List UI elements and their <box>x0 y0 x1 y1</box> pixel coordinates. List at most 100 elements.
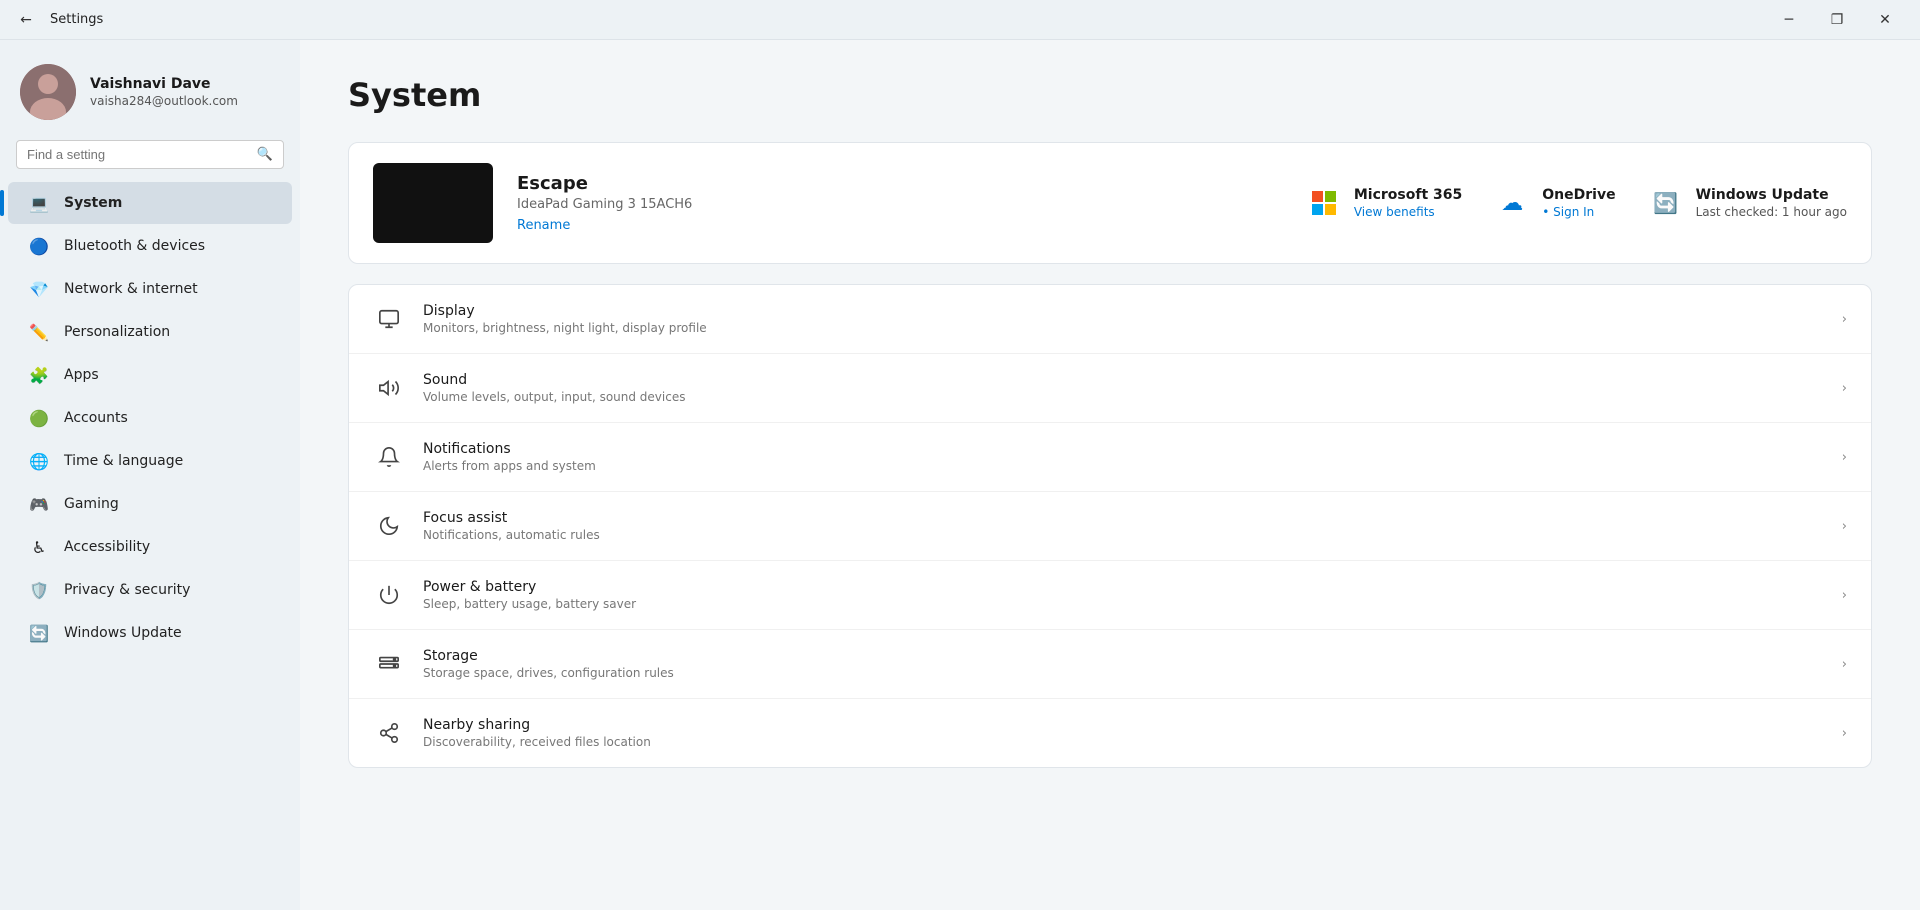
device-rename-button[interactable]: Rename <box>517 218 1282 233</box>
sidebar-item-gaming[interactable]: 🎮 Gaming <box>8 483 292 525</box>
nav-label-personalization: Personalization <box>64 324 170 340</box>
ms365-icon <box>1306 185 1342 221</box>
settings-text-storage: Storage Storage space, drives, configura… <box>423 648 1824 680</box>
user-section[interactable]: Vaishnavi Dave vaisha284@outlook.com <box>0 56 300 140</box>
settings-subtitle-nearby: Discoverability, received files location <box>423 735 1824 749</box>
page-title: System <box>348 76 1872 114</box>
sidebar-item-accounts[interactable]: 🟢 Accounts <box>8 397 292 439</box>
nav-icon-privacy: 🛡️ <box>28 579 50 601</box>
chevron-icon-notifications: › <box>1842 450 1847 465</box>
settings-text-sound: Sound Volume levels, output, input, soun… <box>423 372 1824 404</box>
settings-text-focus: Focus assist Notifications, automatic ru… <box>423 510 1824 542</box>
sidebar-item-apps[interactable]: 🧩 Apps <box>8 354 292 396</box>
quick-link-onedrive[interactable]: ☁ OneDrive • Sign In <box>1494 185 1615 221</box>
settings-item-focus[interactable]: Focus assist Notifications, automatic ru… <box>349 492 1871 561</box>
quick-link-winupdate[interactable]: 🔄 Windows Update Last checked: 1 hour ag… <box>1648 185 1847 221</box>
winupdate-subtitle: Last checked: 1 hour ago <box>1696 205 1847 219</box>
titlebar: ← Settings ─ ❐ ✕ <box>0 0 1920 40</box>
quick-link-ms365[interactable]: Microsoft 365 View benefits <box>1306 185 1462 221</box>
device-model: IdeaPad Gaming 3 15ACH6 <box>517 197 1282 212</box>
settings-item-sound[interactable]: Sound Volume levels, output, input, soun… <box>349 354 1871 423</box>
nav-icon-network: 💎 <box>28 278 50 300</box>
window-controls: ─ ❐ ✕ <box>1766 4 1908 36</box>
device-name: Escape <box>517 173 1282 194</box>
settings-icon-storage <box>373 648 405 680</box>
sidebar-item-update[interactable]: 🔄 Windows Update <box>8 612 292 654</box>
settings-title-power: Power & battery <box>423 579 1824 595</box>
settings-title-display: Display <box>423 303 1824 319</box>
user-name: Vaishnavi Dave <box>90 76 238 92</box>
nav-icon-gaming: 🎮 <box>28 493 50 515</box>
settings-icon-sound <box>373 372 405 404</box>
settings-title-focus: Focus assist <box>423 510 1824 526</box>
chevron-icon-focus: › <box>1842 519 1847 534</box>
chevron-icon-sound: › <box>1842 381 1847 396</box>
nav-icon-accessibility: ♿ <box>28 536 50 558</box>
settings-icon-display <box>373 303 405 335</box>
search-input[interactable] <box>27 147 249 162</box>
settings-title-nearby: Nearby sharing <box>423 717 1824 733</box>
close-button[interactable]: ✕ <box>1862 4 1908 36</box>
settings-item-power[interactable]: Power & battery Sleep, battery usage, ba… <box>349 561 1871 630</box>
nav-label-privacy: Privacy & security <box>64 582 190 598</box>
nav-label-update: Windows Update <box>64 625 182 641</box>
sidebar-item-privacy[interactable]: 🛡️ Privacy & security <box>8 569 292 611</box>
restore-button[interactable]: ❐ <box>1814 4 1860 36</box>
settings-icon-power <box>373 579 405 611</box>
settings-list: Display Monitors, brightness, night ligh… <box>348 284 1872 768</box>
settings-icon-notifications <box>373 441 405 473</box>
settings-subtitle-focus: Notifications, automatic rules <box>423 528 1824 542</box>
nav-label-gaming: Gaming <box>64 496 119 512</box>
onedrive-title: OneDrive <box>1542 187 1615 203</box>
sidebar-item-personalization[interactable]: ✏️ Personalization <box>8 311 292 353</box>
settings-item-nearby[interactable]: Nearby sharing Discoverability, received… <box>349 699 1871 767</box>
settings-text-display: Display Monitors, brightness, night ligh… <box>423 303 1824 335</box>
search-box[interactable]: 🔍 <box>16 140 284 169</box>
ms365-title: Microsoft 365 <box>1354 187 1462 203</box>
chevron-icon-display: › <box>1842 312 1847 327</box>
sidebar: Vaishnavi Dave vaisha284@outlook.com 🔍 💻… <box>0 40 300 910</box>
settings-text-power: Power & battery Sleep, battery usage, ba… <box>423 579 1824 611</box>
settings-title-sound: Sound <box>423 372 1824 388</box>
nav-icon-apps: 🧩 <box>28 364 50 386</box>
chevron-icon-storage: › <box>1842 657 1847 672</box>
device-info-card: Escape IdeaPad Gaming 3 15ACH6 Rename <box>348 142 1872 264</box>
sidebar-item-accessibility[interactable]: ♿ Accessibility <box>8 526 292 568</box>
nav-icon-bluetooth: 🔵 <box>28 235 50 257</box>
back-button[interactable]: ← <box>12 6 40 34</box>
sidebar-item-system[interactable]: 💻 System <box>8 182 292 224</box>
settings-subtitle-sound: Volume levels, output, input, sound devi… <box>423 390 1824 404</box>
device-thumbnail <box>373 163 493 243</box>
nav-list: 💻 System 🔵 Bluetooth & devices 💎 Network… <box>0 181 300 655</box>
onedrive-subtitle: • Sign In <box>1542 205 1615 219</box>
chevron-icon-nearby: › <box>1842 726 1847 741</box>
main-content: System Escape IdeaPad Gaming 3 15ACH6 Re… <box>300 40 1920 910</box>
titlebar-title: Settings <box>50 12 103 27</box>
sidebar-item-time[interactable]: 🌐 Time & language <box>8 440 292 482</box>
avatar <box>20 64 76 120</box>
settings-subtitle-power: Sleep, battery usage, battery saver <box>423 597 1824 611</box>
sidebar-item-network[interactable]: 💎 Network & internet <box>8 268 292 310</box>
avatar-image <box>20 64 76 120</box>
minimize-button[interactable]: ─ <box>1766 4 1812 36</box>
settings-item-storage[interactable]: Storage Storage space, drives, configura… <box>349 630 1871 699</box>
nav-label-accessibility: Accessibility <box>64 539 150 555</box>
settings-item-display[interactable]: Display Monitors, brightness, night ligh… <box>349 285 1871 354</box>
nav-icon-update: 🔄 <box>28 622 50 644</box>
app-body: Vaishnavi Dave vaisha284@outlook.com 🔍 💻… <box>0 40 1920 910</box>
settings-subtitle-storage: Storage space, drives, configuration rul… <box>423 666 1824 680</box>
winupdate-icon: 🔄 <box>1648 185 1684 221</box>
nav-label-time: Time & language <box>64 453 183 469</box>
settings-subtitle-display: Monitors, brightness, night light, displ… <box>423 321 1824 335</box>
nav-icon-accounts: 🟢 <box>28 407 50 429</box>
settings-icon-focus <box>373 510 405 542</box>
settings-text-nearby: Nearby sharing Discoverability, received… <box>423 717 1824 749</box>
settings-item-notifications[interactable]: Notifications Alerts from apps and syste… <box>349 423 1871 492</box>
settings-title-storage: Storage <box>423 648 1824 664</box>
onedrive-info: OneDrive • Sign In <box>1542 187 1615 219</box>
nav-icon-time: 🌐 <box>28 450 50 472</box>
user-email: vaisha284@outlook.com <box>90 94 238 108</box>
search-icon: 🔍 <box>257 147 273 162</box>
sidebar-item-bluetooth[interactable]: 🔵 Bluetooth & devices <box>8 225 292 267</box>
winupdate-title: Windows Update <box>1696 187 1847 203</box>
